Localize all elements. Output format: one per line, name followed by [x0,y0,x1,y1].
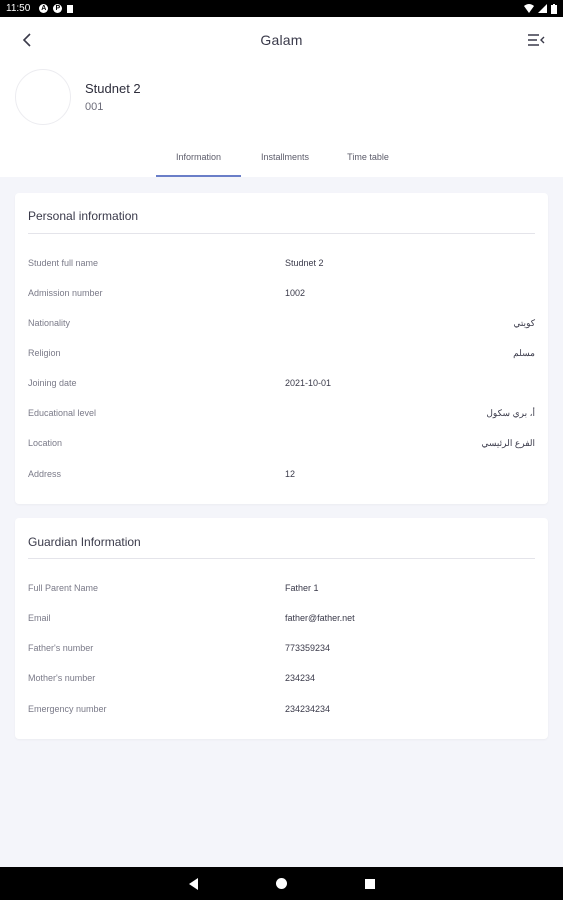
menu-open-icon[interactable] [527,31,545,49]
divider [28,233,535,234]
status-bar: 11:50 A P [0,0,563,17]
row-label: Student full name [28,258,99,268]
system-home-icon[interactable] [275,878,287,889]
info-row: Address 12 [28,469,535,485]
divider [28,558,535,559]
row-label: Father's number [28,643,94,653]
info-row: Joining date 2021-10-01 [28,378,535,394]
row-value: 773359234 [285,643,331,653]
row-label: Full Parent Name [28,583,99,593]
info-row: Location الفرع الرئيسي [28,438,535,454]
tab-bar: Information Installments Time table [156,146,407,177]
row-value: مسلم [513,348,535,358]
system-back-icon[interactable] [188,877,198,890]
row-value: Father 1 [285,583,319,593]
notification-a-icon: A [39,4,49,13]
app-bar: Galam [0,17,563,63]
row-label: Emergency number [28,704,107,714]
profile-header: Studnet 2 001 Information Installments T… [0,63,563,177]
info-row: Mother's number 234234 [28,673,535,689]
row-value: 234234 [285,673,316,683]
row-label: Address [28,469,62,479]
info-row: Religion مسلم [28,348,535,364]
student-name: Studnet 2 [85,81,141,96]
notification-p-icon: P [53,4,63,13]
wifi-icon [524,4,534,13]
row-value: كويتي [513,318,535,328]
info-row: Admission number 1002 [28,288,535,304]
row-value: 2021-10-01 [285,378,332,388]
row-value: 12 [285,469,296,479]
battery-icon [551,3,557,14]
personal-information-card: Personal information Student full name S… [15,193,548,504]
avatar [15,69,71,125]
system-recents-icon[interactable] [364,878,375,889]
info-row: Full Parent Name Father 1 [28,583,535,599]
row-label: Admission number [28,288,103,298]
tab-time-table[interactable]: Time table [329,146,407,177]
back-arrow-icon[interactable] [18,29,38,51]
row-label: Educational level [28,408,97,418]
sim-card-icon [67,4,74,13]
guardian-information-card: Guardian Information Full Parent Name Fa… [15,518,548,739]
signal-icon [538,4,547,13]
info-row: Emergency number 234234234 [28,704,535,720]
info-row: Educational level أ، بري سكول [28,408,535,424]
info-row: Student full name Studnet 2 [28,258,535,274]
row-label: Nationality [28,318,71,328]
info-row: Email father@father.net [28,613,535,629]
info-row: Father's number 773359234 [28,643,535,659]
row-label: Religion [28,348,61,358]
row-label: Location [28,438,63,448]
row-value: الفرع الرئيسي [481,438,535,448]
card-title: Guardian Information [28,535,141,549]
info-row: Nationality كويتي [28,318,535,334]
system-navigation-bar [0,867,563,900]
page-title: Galam [260,32,303,48]
status-time: 11:50 [6,3,31,14]
row-label: Email [28,613,51,623]
tab-installments[interactable]: Installments [241,146,329,177]
row-label: Mother's number [28,673,96,683]
row-value: Studnet 2 [285,258,324,268]
row-value: father@father.net [285,613,355,623]
tab-information[interactable]: Information [156,146,241,177]
row-label: Joining date [28,378,77,388]
row-value: أ، بري سكول [486,408,535,418]
student-id: 001 [85,101,104,113]
row-value: 1002 [285,288,306,298]
row-value: 234234234 [285,704,331,714]
card-title: Personal information [28,209,139,223]
